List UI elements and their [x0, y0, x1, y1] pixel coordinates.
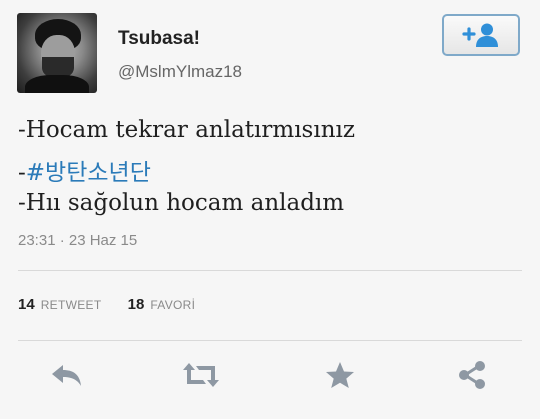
divider	[18, 270, 522, 271]
follow-button[interactable]	[442, 14, 520, 56]
retweet-label: RETWEET	[40, 298, 102, 312]
retweet-icon	[181, 361, 221, 394]
tweet-text-line-3: -Hıı sağolun hocam anladım	[18, 190, 345, 216]
tweet-stats: 14 RETWEET 18 FAVORİ	[18, 296, 217, 313]
display-name[interactable]: Tsubasa!	[118, 28, 200, 50]
star-icon	[325, 361, 355, 394]
reply-icon	[50, 362, 84, 393]
favorite-button[interactable]	[320, 359, 360, 395]
tweet-text-line-2: -#방탄소년단	[18, 153, 151, 187]
share-icon	[457, 360, 487, 395]
retweet-button[interactable]	[181, 359, 221, 395]
reply-button[interactable]	[47, 359, 87, 395]
hashtag-link[interactable]: #방탄소년단	[26, 160, 151, 186]
tweet-timestamp[interactable]: 23:31 · 23 Haz 15	[18, 232, 137, 249]
favorite-count: 18	[127, 296, 145, 313]
favorite-stat[interactable]: 18 FAVORİ	[128, 296, 196, 313]
retweet-stat[interactable]: 14 RETWEET	[18, 296, 101, 313]
share-button[interactable]	[452, 359, 492, 395]
divider	[18, 340, 522, 341]
follow-user-icon	[461, 22, 501, 48]
line-prefix: -	[18, 160, 26, 186]
tweet-card: Tsubasa! @MslmYlmaz18 -Hocam tekrar anla…	[0, 0, 540, 419]
user-handle[interactable]: @MslmYlmaz18	[118, 62, 242, 82]
action-bar	[0, 355, 540, 399]
retweet-count: 14	[18, 296, 35, 313]
tweet-text-line-1: -Hocam tekrar anlatırmısınız	[18, 117, 355, 143]
favorite-label: FAVORİ	[150, 298, 196, 312]
avatar[interactable]	[17, 13, 97, 93]
